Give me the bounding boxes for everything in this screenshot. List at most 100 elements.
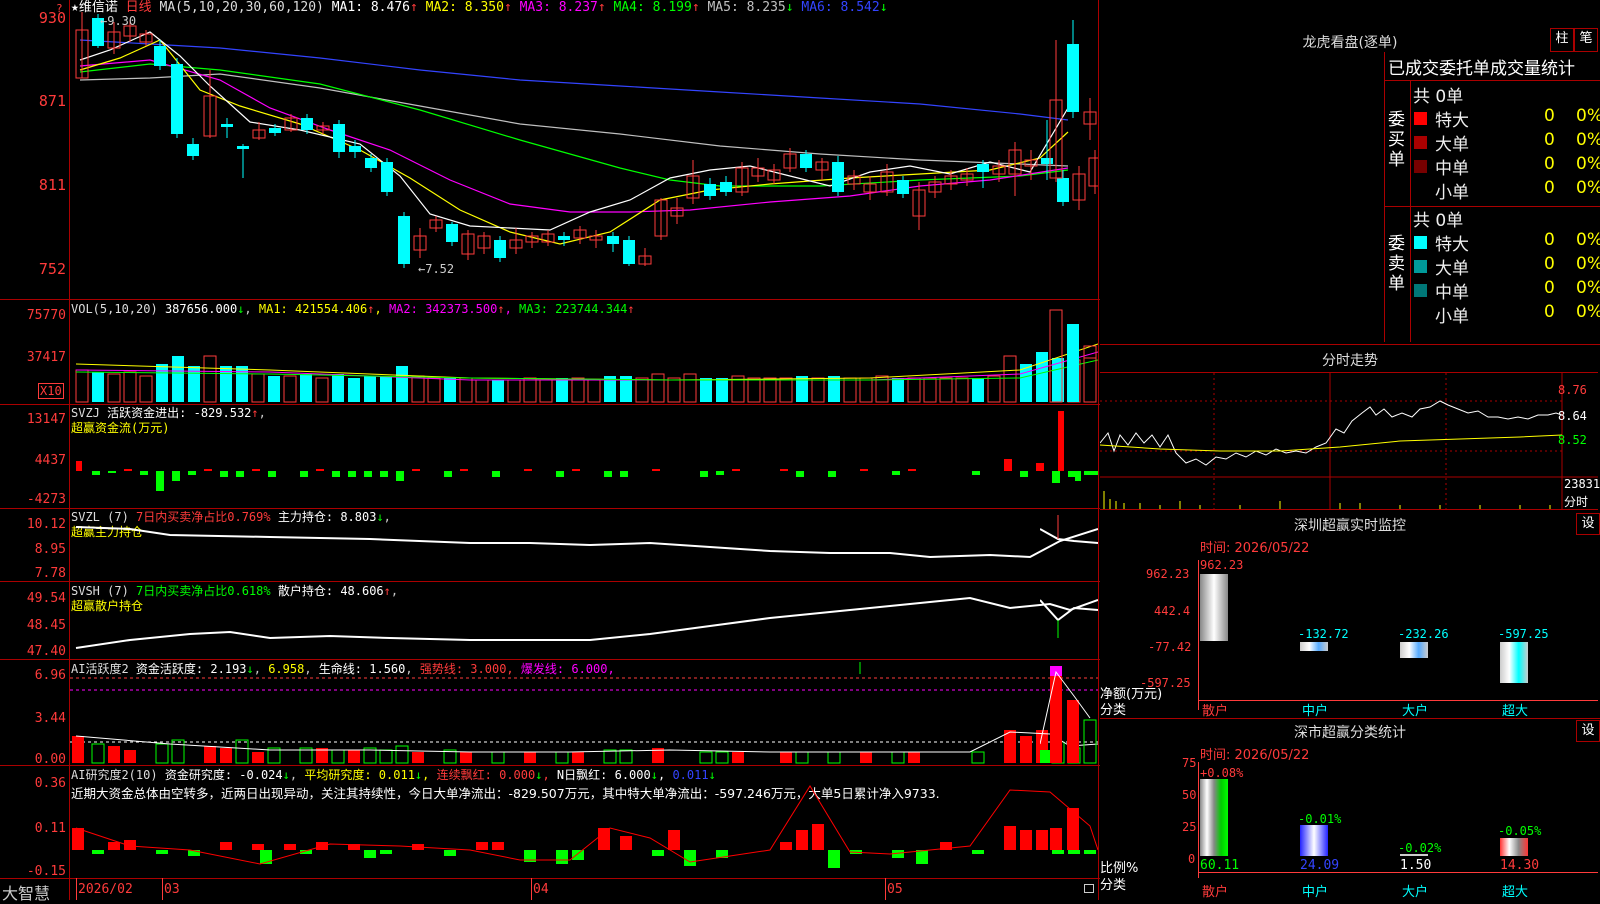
ai2-chart[interactable]: [70, 766, 1098, 878]
row-name: 小单: [1435, 183, 1469, 203]
monitor-cat: 中户: [1302, 704, 1329, 719]
row-name: 特大: [1435, 111, 1469, 131]
row-pct: 0%: [1576, 178, 1600, 198]
column-view-button[interactable]: 柱: [1550, 28, 1574, 52]
swatch: [1414, 284, 1427, 297]
row-pct: 0%: [1576, 278, 1600, 298]
buy-side-label: 委买单: [1388, 110, 1405, 170]
candle: [365, 158, 377, 168]
classify-pct: 1.50: [1400, 858, 1432, 873]
monitor-bar-mid[interactable]: [1300, 642, 1328, 651]
svzj-tail: [1058, 411, 1098, 481]
ai2-axis-label: 0.11: [34, 821, 66, 836]
classify-cat: 中户: [1302, 885, 1329, 900]
monitor-value: -132.72: [1298, 627, 1349, 641]
ai1-chart[interactable]: [70, 660, 1098, 765]
classify-bar-retail[interactable]: [1200, 779, 1228, 856]
candle: [269, 128, 281, 133]
sell-side-label: 委卖单: [1388, 234, 1405, 294]
row-pct: 0%: [1576, 106, 1600, 126]
classify-time: 时间: 2026/05/22: [1200, 748, 1310, 763]
intraday-title: 分时走势: [1322, 353, 1378, 369]
ma5-line: [79, 73, 1069, 167]
monitor-cat: 超大: [1502, 704, 1529, 719]
row-count: 0: [1544, 106, 1555, 126]
tick-view-button[interactable]: 笔: [1574, 28, 1598, 52]
monitor-xaxis-line: [1198, 700, 1598, 701]
candle: [623, 240, 635, 264]
candle: [720, 182, 732, 192]
classify-settings-button[interactable]: 设: [1576, 720, 1600, 742]
classify-cat: 散户: [1202, 885, 1229, 900]
longhu-hline: [1100, 344, 1600, 345]
price-axis-label: 752: [38, 260, 66, 278]
price-chart[interactable]: [70, 0, 1098, 299]
ai1-axis-label: 6.96: [34, 668, 66, 683]
x-axis-tick: [531, 878, 532, 900]
x-axis-label: 2026/02: [78, 882, 133, 897]
candle: [800, 154, 812, 168]
candle: [221, 124, 233, 127]
svsh-chart[interactable]: [70, 582, 1098, 659]
row-count: 0: [1544, 130, 1555, 150]
monitor-axis-label: 442.4: [1154, 604, 1191, 618]
x-axis-label: 05: [887, 882, 903, 897]
candle: [171, 64, 183, 134]
classify-xlabel: 分类: [1100, 878, 1127, 893]
intraday-chart[interactable]: 8.76 8.64 8.52 23831 分时: [1099, 372, 1600, 510]
svzj-axis-label: 13147: [26, 412, 66, 427]
volume-chart[interactable]: [70, 300, 1098, 404]
svzl-chart[interactable]: [70, 509, 1098, 581]
row-count: 0: [1544, 154, 1555, 174]
vol-axis-label: 75770: [26, 308, 66, 323]
monitor-bar-retail[interactable]: [1200, 574, 1228, 641]
row-name: 中单: [1435, 159, 1469, 179]
x-axis-tick: [885, 878, 886, 900]
swatch: [1414, 136, 1427, 149]
classify-change: -0.05%: [1498, 824, 1542, 838]
intraday-volume: [1103, 491, 1551, 509]
row-name: 小单: [1435, 307, 1469, 327]
svzj-axis-label: -4273: [26, 492, 66, 507]
low-note: ←7.52: [418, 262, 455, 276]
monitor-bar-xl[interactable]: [1500, 642, 1528, 683]
swatch: [1414, 260, 1427, 273]
svsh-axis-label: 47.40: [26, 644, 66, 659]
chart-area[interactable]: ? ★维信诺 日线 MA(5,10,20,30,60,120) MA1: 8.4…: [0, 0, 1100, 903]
candle: [977, 164, 989, 172]
classify-bar-mid[interactable]: [1300, 825, 1328, 856]
svzj-axis-label: 4437: [34, 453, 66, 468]
price-axis-label: 811: [38, 176, 66, 194]
svsh-axis-label: 48.45: [26, 618, 66, 633]
svzl-axis-label: 10.12: [26, 517, 66, 532]
ai1-axis-label: 0.00: [34, 752, 66, 767]
classify-pct: 60.11: [1200, 858, 1240, 873]
candle: [398, 216, 410, 264]
x-axis-label: 04: [533, 882, 549, 897]
monitor-settings-button[interactable]: 设: [1576, 513, 1600, 535]
classify-axis-label: 0: [1188, 852, 1196, 866]
panel-divider: [0, 878, 1100, 879]
intraday-axis-label: 8.64: [1558, 409, 1587, 423]
row-count: 0: [1544, 178, 1555, 198]
monitor-cat: 散户: [1202, 704, 1229, 719]
row-pct: 0%: [1576, 154, 1600, 174]
row-pct: 0%: [1576, 254, 1600, 274]
monitor-bar-large[interactable]: [1400, 642, 1428, 658]
svzj-chart[interactable]: [70, 405, 1098, 508]
vol-axis-label: 37417: [26, 350, 66, 365]
classify-change: -0.01%: [1298, 812, 1342, 826]
intraday-axis-label: 8.76: [1558, 383, 1587, 397]
longhu-hline: [1384, 80, 1600, 81]
candle: [446, 224, 458, 242]
ai1-tail: [1040, 666, 1097, 764]
monitor-cat: 大户: [1402, 704, 1429, 719]
classify-pct: 24.09: [1300, 858, 1340, 873]
row-count: 0: [1544, 302, 1555, 322]
classify-axis-label: 25: [1182, 820, 1197, 834]
lock-icon[interactable]: [1084, 884, 1094, 893]
row-count: 0: [1544, 230, 1555, 250]
classify-bar-xl[interactable]: [1500, 838, 1528, 856]
row-count: 0: [1544, 254, 1555, 274]
svsh-axis-label: 49.54: [26, 591, 66, 606]
